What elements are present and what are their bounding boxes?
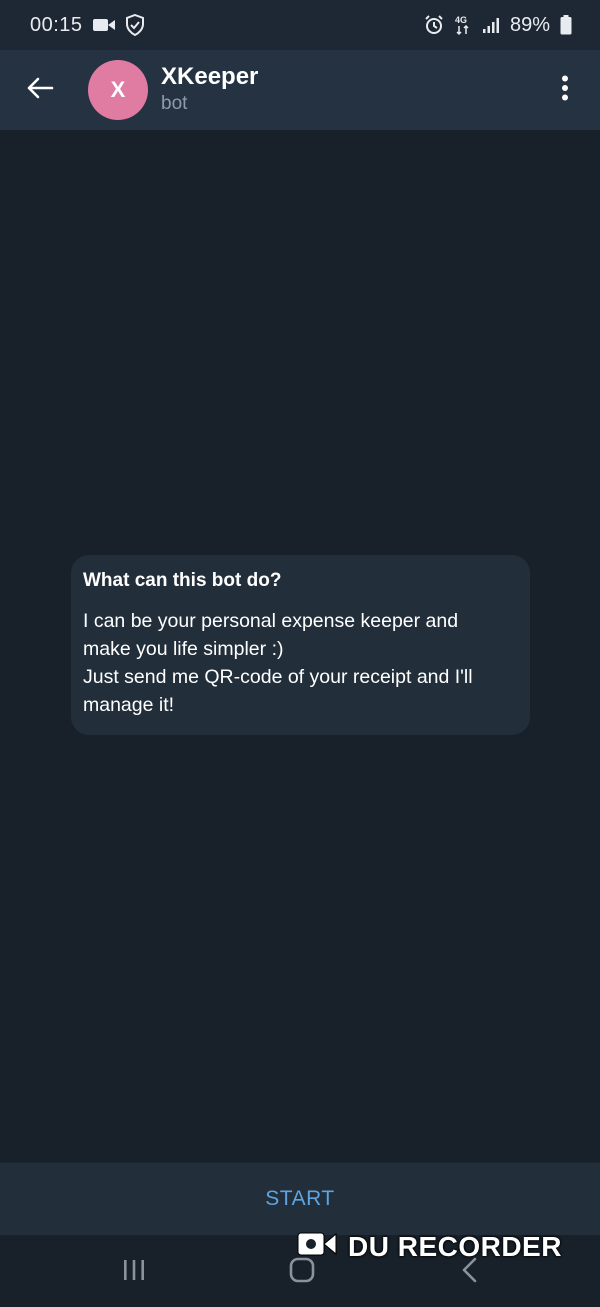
status-left: 00:15 [30, 14, 145, 37]
bot-info-line: I can be your personal expense keeper an… [83, 610, 459, 632]
avatar[interactable]: X [88, 60, 148, 120]
bot-info-line: make you life simpler :) [83, 638, 284, 660]
bot-info-line: manage it! [83, 694, 175, 716]
chat-title-block[interactable]: XKeeper bot [161, 63, 258, 117]
recent-apps-icon[interactable] [122, 1259, 146, 1286]
avatar-letter: X [110, 77, 126, 102]
bot-info-title: What can this bot do? [83, 570, 282, 591]
arrow-left-icon [26, 76, 54, 105]
bot-info-card: What can this bot do? I can be your pers… [71, 555, 530, 735]
shield-icon [125, 14, 145, 36]
start-button-label: START [265, 1187, 335, 1210]
battery-icon [560, 15, 572, 35]
network-4g-icon: 4G [454, 14, 472, 36]
status-bar: 00:15 4G 89% [0, 0, 600, 50]
chat-subtitle: bot [161, 93, 188, 114]
status-right: 4G 89% [424, 14, 572, 37]
alarm-icon [424, 15, 444, 35]
start-button[interactable]: START [0, 1162, 600, 1235]
bot-info-line: Just send me QR-code of your receipt and… [83, 666, 473, 688]
camera-recorder-icon [296, 1228, 338, 1265]
chat-title: XKeeper [161, 63, 259, 90]
battery-percentage: 89% [509, 13, 550, 36]
watermark-text: DU RECORDER [348, 1230, 562, 1262]
chat-area: What can this bot do? I can be your pers… [0, 130, 600, 1162]
more-vertical-icon [561, 75, 569, 106]
chat-header: X XKeeper bot [0, 50, 600, 130]
bot-info-description: I can be your personal expense keeper an… [83, 607, 518, 719]
status-time: 00:15 [30, 13, 83, 36]
network-4g-label: 4G [455, 15, 467, 25]
signal-icon [482, 16, 500, 34]
recorder-watermark: DU RECORDER [296, 1228, 562, 1265]
video-icon [92, 18, 115, 32]
more-options-button[interactable] [550, 70, 580, 110]
back-button[interactable] [0, 50, 80, 130]
